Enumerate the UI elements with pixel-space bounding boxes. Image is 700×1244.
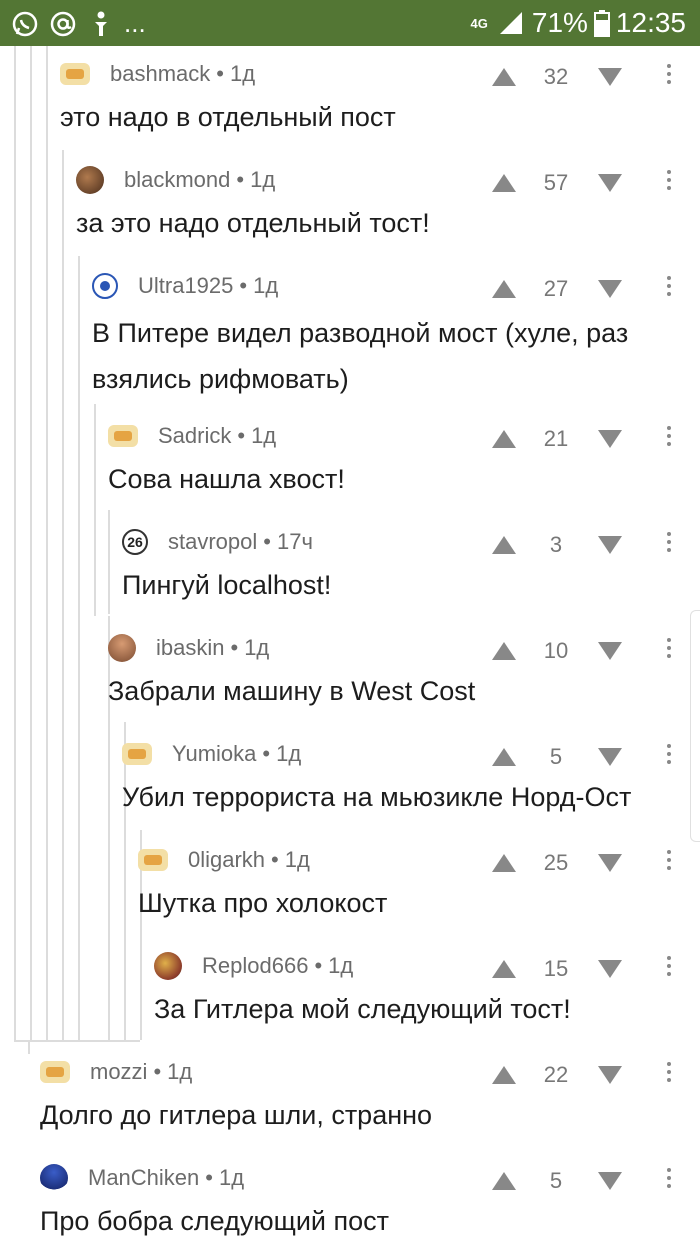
downvote-icon[interactable] xyxy=(598,536,622,554)
comment: bashmack • 1д это надо в отдельный пост xyxy=(60,46,700,150)
vote-controls: 10 xyxy=(0,638,700,670)
whatsapp-icon xyxy=(10,9,40,39)
comment-text: Шутка про холокост xyxy=(138,888,388,918)
downvote-icon[interactable] xyxy=(598,1066,622,1084)
vote-controls: 3 xyxy=(0,532,700,564)
comment-text: В Питере видел разводной мост (хуле, раз… xyxy=(92,318,629,394)
comment: blackmond • 1д за это надо отдельный тос… xyxy=(76,152,700,256)
comment-score: 25 xyxy=(543,850,569,875)
comment-text: это надо в отдельный пост xyxy=(60,102,396,132)
more-options-icon[interactable] xyxy=(664,744,674,764)
status-ellipsis: ... xyxy=(124,8,146,38)
comment-score: 3 xyxy=(549,532,563,557)
comment-text: Убил террориста на мьюзикле Норд-Ост xyxy=(122,782,632,812)
downvote-icon[interactable] xyxy=(598,960,622,978)
more-options-icon[interactable] xyxy=(664,1062,674,1082)
comment: ibaskin • 1д Забрали машину в West Cost xyxy=(108,620,700,724)
upvote-icon[interactable] xyxy=(492,748,516,766)
network-label: 4G xyxy=(470,15,488,31)
comment: Yumioka • 1д Убил террориста на мьюзикле… xyxy=(122,726,700,830)
comment-text: Сова нашла хвост! xyxy=(108,464,345,494)
more-options-icon[interactable] xyxy=(664,956,674,976)
more-options-icon[interactable] xyxy=(664,532,674,552)
vote-controls: 15 xyxy=(0,956,700,988)
downvote-icon[interactable] xyxy=(598,174,622,192)
vote-controls: 5 xyxy=(0,744,700,776)
upvote-icon[interactable] xyxy=(492,1066,516,1084)
signal-icon xyxy=(496,8,526,38)
vote-controls: 21 xyxy=(0,426,700,458)
upvote-icon[interactable] xyxy=(492,854,516,872)
comment: Replod666 • 1д За Гитлера мой следующий … xyxy=(154,938,700,1042)
status-bar: ... 4G 71% 12:35 xyxy=(0,0,700,46)
downvote-icon[interactable] xyxy=(598,68,622,86)
comment: 0ligarkh • 1д Шутка про холокост xyxy=(138,832,700,936)
downvote-icon[interactable] xyxy=(598,854,622,872)
clock: 12:35 xyxy=(615,7,686,38)
comment-text: За Гитлера мой следующий тост! xyxy=(154,994,571,1024)
vote-controls: 57 xyxy=(0,170,700,202)
vote-controls: 22 xyxy=(0,1062,700,1094)
more-options-icon[interactable] xyxy=(664,170,674,190)
upvote-icon[interactable] xyxy=(492,642,516,660)
downvote-icon[interactable] xyxy=(598,280,622,298)
comment-text: Забрали машину в West Cost xyxy=(108,676,476,706)
comment: Sadrick • 1д Сова нашла хвост! xyxy=(108,408,700,512)
more-options-icon[interactable] xyxy=(664,426,674,446)
vote-controls: 25 xyxy=(0,850,700,882)
at-icon xyxy=(48,9,78,39)
downvote-icon[interactable] xyxy=(598,642,622,660)
comment-score: 5 xyxy=(549,1168,563,1193)
upvote-icon[interactable] xyxy=(492,430,516,448)
battery-icon xyxy=(593,8,610,38)
comment: mozzi • 1д Долго до гитлера шли, странно xyxy=(40,1044,700,1148)
comment-text: за это надо отдельный тост! xyxy=(76,208,430,238)
upvote-icon[interactable] xyxy=(492,68,516,86)
comment-score: 32 xyxy=(543,64,569,89)
more-options-icon[interactable] xyxy=(664,850,674,870)
comment-text: Пингуй localhost! xyxy=(122,570,332,600)
more-options-icon[interactable] xyxy=(664,1168,674,1188)
upvote-icon[interactable] xyxy=(492,536,516,554)
vote-controls: 32 xyxy=(0,64,700,96)
vote-controls: 27 xyxy=(0,276,700,308)
downvote-icon[interactable] xyxy=(598,1172,622,1190)
comment: 26 stavropol • 17ч Пингуй localhost! xyxy=(122,514,700,618)
comment-score: 10 xyxy=(543,638,569,663)
comment-score: 57 xyxy=(543,170,569,195)
downvote-icon[interactable] xyxy=(598,748,622,766)
upvote-icon[interactable] xyxy=(492,1172,516,1190)
more-options-icon[interactable] xyxy=(664,64,674,84)
battery-percent: 71% xyxy=(531,7,588,38)
comment-text: Долго до гитлера шли, странно xyxy=(40,1100,433,1130)
upvote-icon[interactable] xyxy=(492,280,516,298)
comment-text: Про бобра следующий пост xyxy=(40,1206,389,1236)
downvote-icon[interactable] xyxy=(598,430,622,448)
comment-score: 22 xyxy=(543,1062,569,1087)
comment-score: 27 xyxy=(543,276,569,301)
comment-score: 21 xyxy=(543,426,569,451)
upvote-icon[interactable] xyxy=(492,960,516,978)
figure-icon xyxy=(86,9,116,39)
comment-score: 15 xyxy=(543,956,569,981)
more-options-icon[interactable] xyxy=(664,276,674,296)
thread-line xyxy=(14,1040,140,1042)
thread-line xyxy=(28,1040,30,1054)
vote-controls: 5 xyxy=(0,1168,700,1200)
comment-score: 5 xyxy=(549,744,563,769)
comment-thread: bashmack • 1д это надо в отдельный пост … xyxy=(0,46,700,1244)
scrollbar[interactable] xyxy=(690,610,700,842)
more-options-icon[interactable] xyxy=(664,638,674,658)
upvote-icon[interactable] xyxy=(492,174,516,192)
